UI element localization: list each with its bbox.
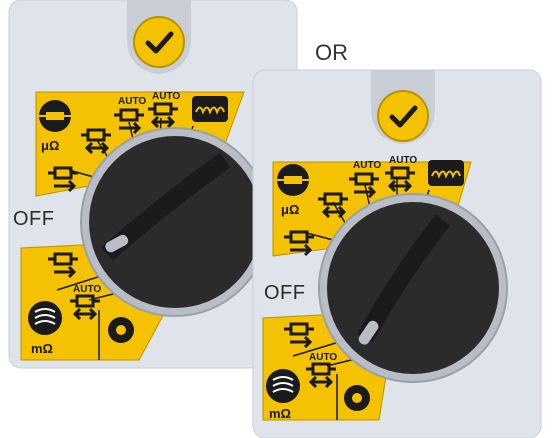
rotary-dial[interactable] [318,193,508,383]
micro-ohm-label: μΩ [281,202,299,217]
auto-label: AUTO [152,91,180,102]
earth-icon [266,369,300,403]
resistor-icon [39,100,71,132]
earth-icon [28,301,62,335]
auto-label: AUTO [118,96,146,107]
ok-button[interactable] [377,90,429,142]
auto-label: AUTO [353,160,381,171]
rotary-dial[interactable] [80,127,270,317]
rotary-panel-b: μΩ AUTO AUTO AUTO mΩ OFF [252,69,542,438]
ok-button[interactable] [133,16,185,68]
coil-icon [192,96,228,122]
auto-label: AUTO [389,155,417,166]
gear-icon [344,385,370,411]
coil-icon [428,160,464,186]
milli-ohm-label: mΩ [269,406,291,421]
or-separator: OR [315,40,348,65]
resistor-icon [277,164,309,196]
auto-label: AUTO [309,352,337,363]
milli-ohm-label: mΩ [31,341,53,356]
gear-icon [108,317,134,343]
off-position-label: OFF [13,208,55,230]
auto-label: AUTO [73,284,101,295]
micro-ohm-label: μΩ [41,138,59,153]
off-position-label: OFF [264,282,306,304]
